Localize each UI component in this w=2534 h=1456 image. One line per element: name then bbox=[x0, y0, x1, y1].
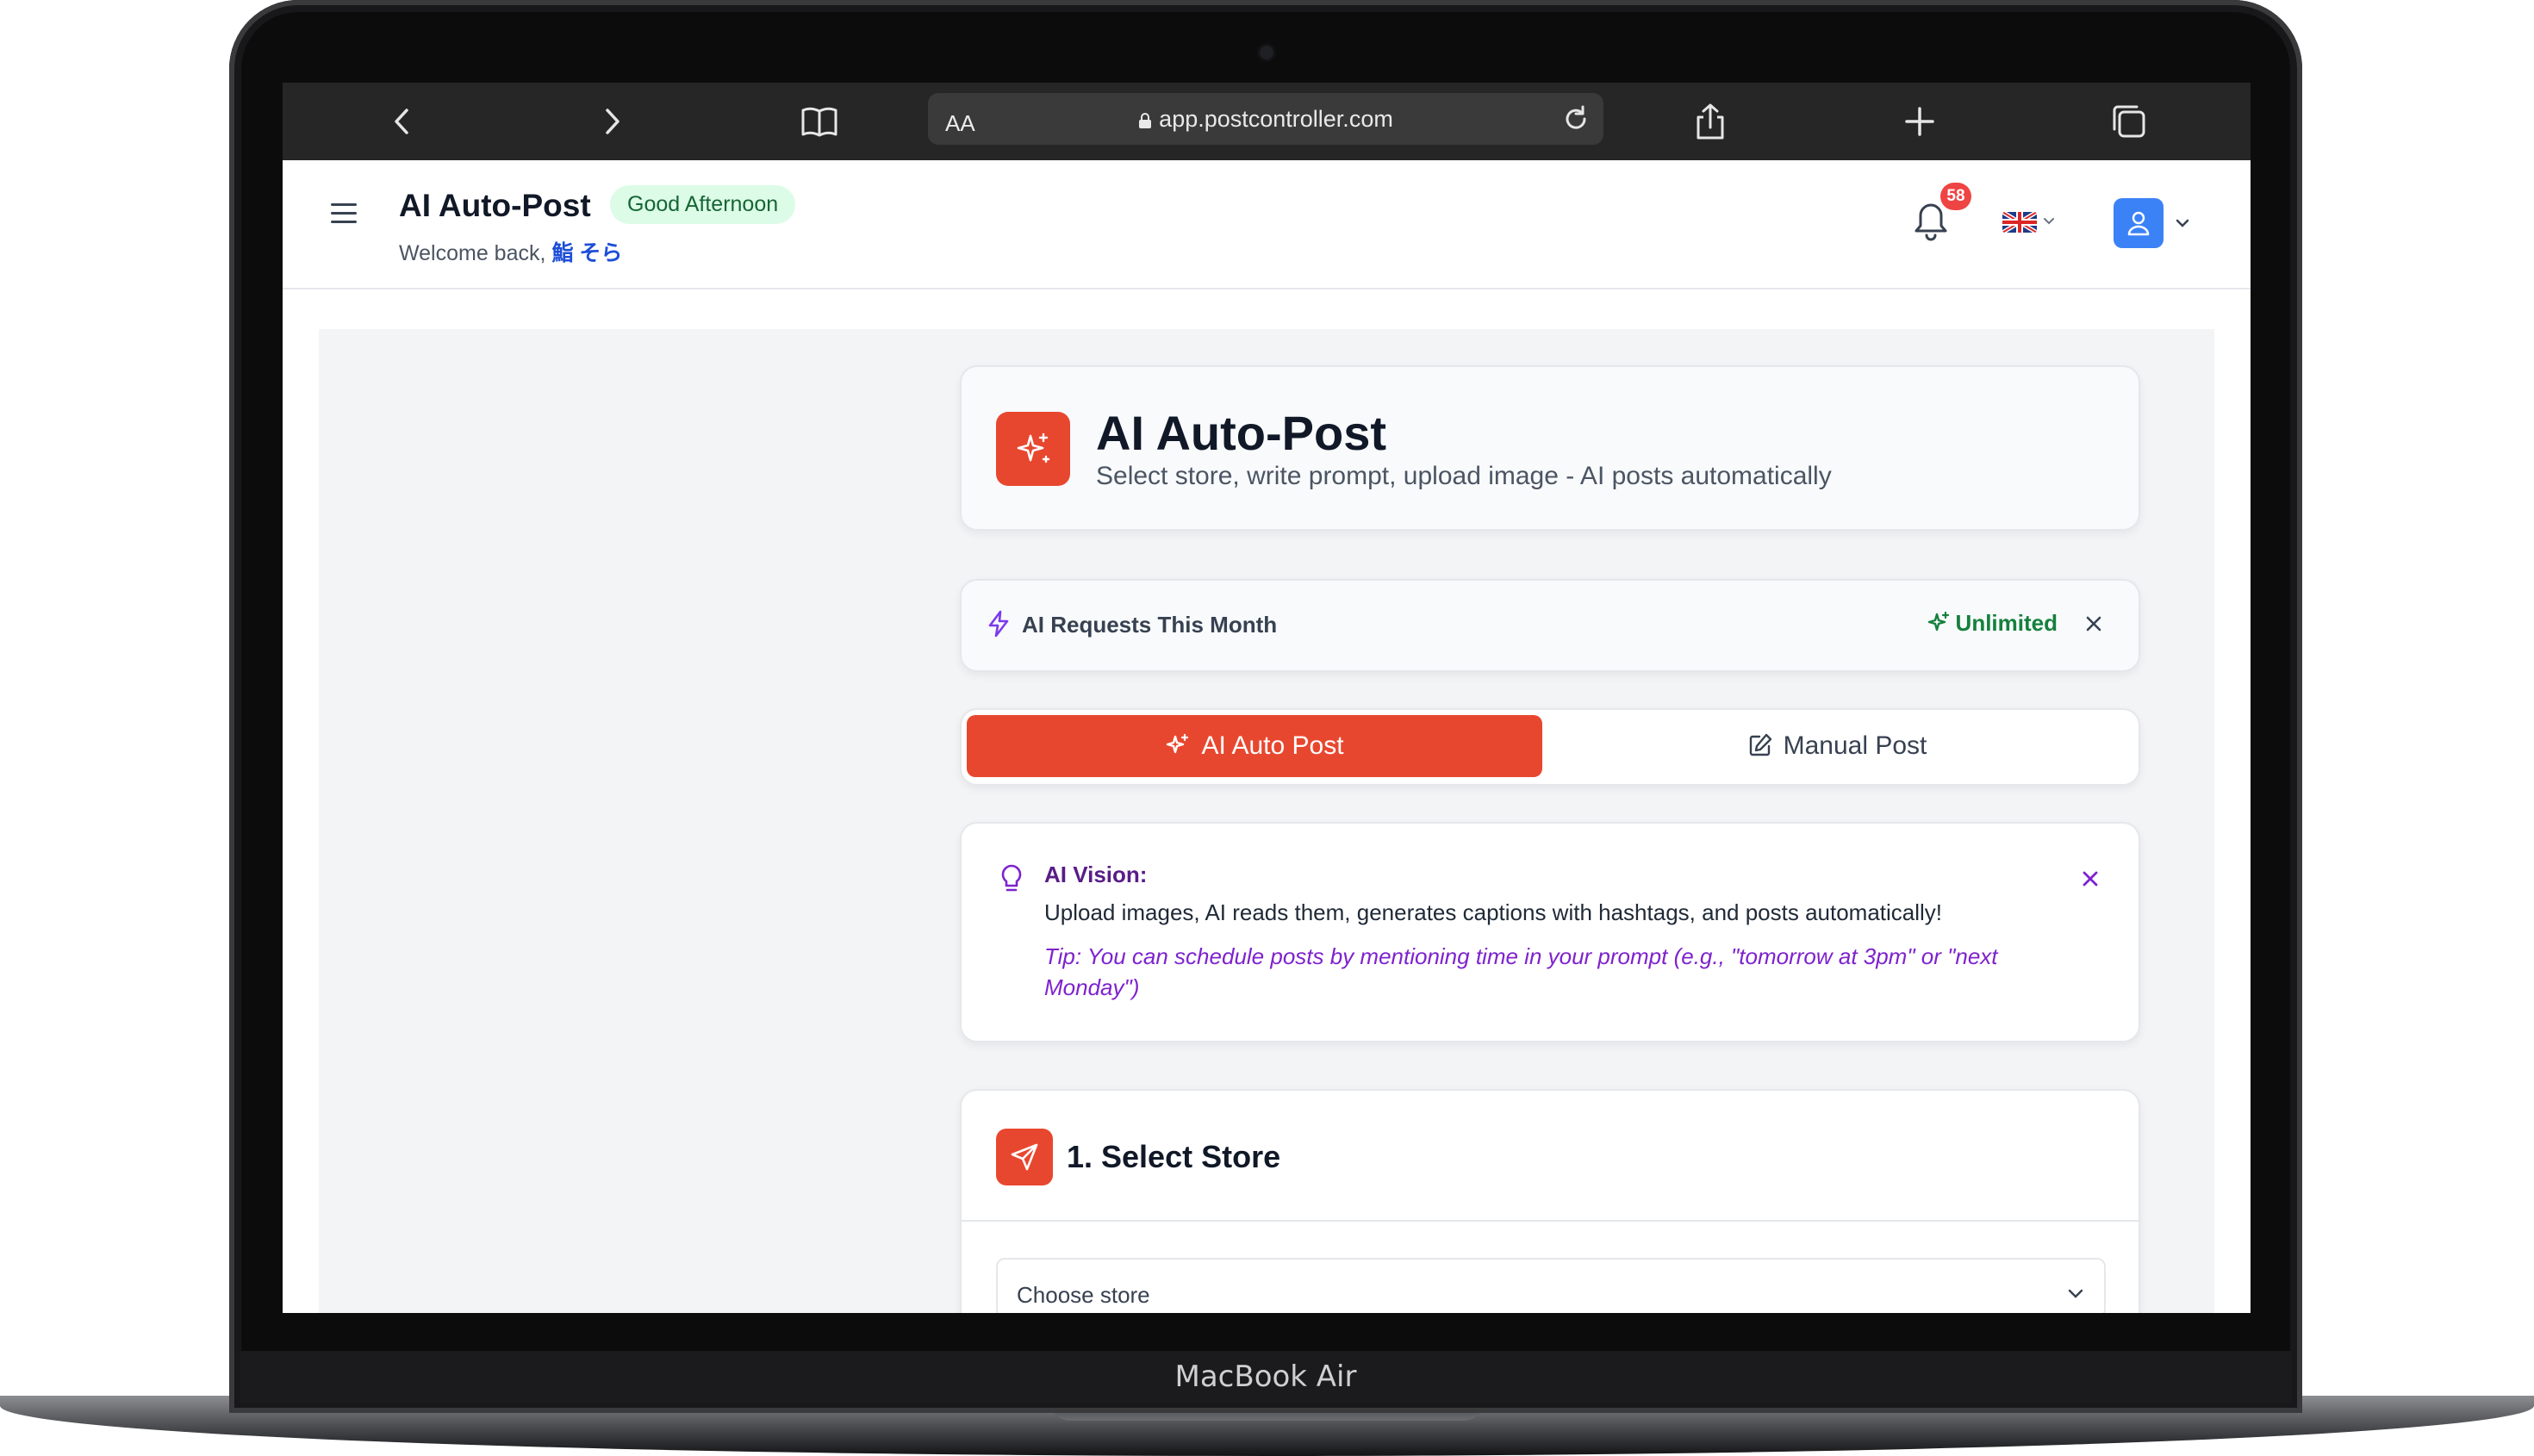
usage-label: AI Requests This Month bbox=[1022, 612, 1278, 638]
uk-flag-icon[interactable] bbox=[2002, 212, 2037, 233]
bookmarks-icon[interactable] bbox=[800, 102, 839, 141]
hero-card: AI Auto-Post Select store, write prompt,… bbox=[960, 365, 2140, 531]
post-mode-tabs: AI Auto Post Manual Post bbox=[960, 708, 2140, 786]
lightning-icon bbox=[988, 610, 1009, 638]
avatar[interactable] bbox=[2114, 198, 2164, 248]
tab-ai-auto-post-label: AI Auto Post bbox=[1201, 731, 1344, 760]
menu-icon[interactable] bbox=[331, 203, 357, 226]
url-text: app.postcontroller.com bbox=[1159, 106, 1393, 132]
hero-subtitle: Select store, write prompt, upload image… bbox=[1096, 462, 1832, 490]
welcome-text: Welcome back, 鮨 そら bbox=[399, 236, 622, 267]
share-icon[interactable] bbox=[1690, 102, 1730, 141]
lightbulb-icon bbox=[1001, 864, 1022, 892]
new-tab-icon[interactable] bbox=[1900, 102, 1939, 141]
select-store-section: 1. Select Store Choose store bbox=[960, 1089, 2140, 1313]
vision-title: AI Vision: bbox=[1044, 862, 1148, 887]
store-select-value: Choose store bbox=[1017, 1282, 1150, 1308]
webcam bbox=[1260, 46, 1273, 59]
send-icon bbox=[996, 1129, 1053, 1185]
section-title: 1. Select Store bbox=[1067, 1139, 1281, 1174]
page-title: AI Auto-Post bbox=[399, 188, 591, 223]
address-bar[interactable]: AA app.postcontroller.com bbox=[928, 93, 1603, 145]
welcome-prefix: Welcome back, bbox=[399, 241, 546, 265]
screen: AA app.postcontroller.com AI Auto-Post G… bbox=[283, 83, 2251, 1313]
language-chevron-down-icon[interactable] bbox=[2043, 215, 2055, 227]
usage-status: Unlimited bbox=[1927, 610, 2058, 637]
tab-ai-auto-post[interactable]: AI Auto Post bbox=[967, 715, 1542, 777]
hero-title: AI Auto-Post bbox=[1096, 406, 1386, 460]
vision-tip: Tip: You can schedule posts by mentionin… bbox=[1044, 943, 1998, 1000]
laptop-chin: MacBook Air bbox=[240, 1351, 2292, 1403]
user-icon bbox=[2127, 211, 2150, 236]
back-icon[interactable] bbox=[383, 102, 422, 141]
device-label: MacBook Air bbox=[1174, 1360, 1357, 1394]
main-content: AI Auto-Post Select store, write prompt,… bbox=[319, 329, 2214, 1313]
sparkles-small-icon bbox=[1927, 611, 1949, 632]
account-chevron-down-icon[interactable] bbox=[2175, 215, 2190, 231]
store-select[interactable]: Choose store bbox=[996, 1258, 2106, 1313]
forward-icon[interactable] bbox=[592, 102, 632, 141]
sparkles-icon bbox=[996, 412, 1070, 486]
usage-status-text: Unlimited bbox=[1955, 610, 2058, 636]
greeting-badge: Good Afternoon bbox=[610, 185, 796, 224]
tab-manual-post[interactable]: Manual Post bbox=[1542, 715, 2132, 777]
tabs-overview-icon[interactable] bbox=[2109, 102, 2149, 141]
ai-vision-notice: AI Vision: Upload images, AI reads them,… bbox=[960, 822, 2140, 1042]
app-header: AI Auto-Post Good Afternoon Welcome back… bbox=[283, 160, 2251, 289]
sparkles-tab-icon bbox=[1167, 733, 1189, 754]
notification-count-badge: 58 bbox=[1940, 183, 1971, 210]
section-header: 1. Select Store bbox=[962, 1091, 2139, 1222]
reload-icon[interactable] bbox=[1559, 102, 1593, 136]
browser-toolbar: AA app.postcontroller.com bbox=[283, 83, 2251, 160]
edit-icon bbox=[1749, 733, 1771, 756]
lock-icon bbox=[1139, 113, 1152, 128]
usage-card: AI Requests This Month Unlimited bbox=[960, 579, 2140, 672]
username[interactable]: 鮨 そら bbox=[551, 241, 622, 265]
close-icon[interactable] bbox=[2083, 613, 2104, 634]
chevron-down-icon bbox=[2068, 1289, 2083, 1298]
tab-manual-post-label: Manual Post bbox=[1783, 731, 1927, 760]
vision-text: Upload images, AI reads them, generates … bbox=[1044, 899, 1943, 925]
close-icon[interactable] bbox=[2080, 868, 2101, 889]
